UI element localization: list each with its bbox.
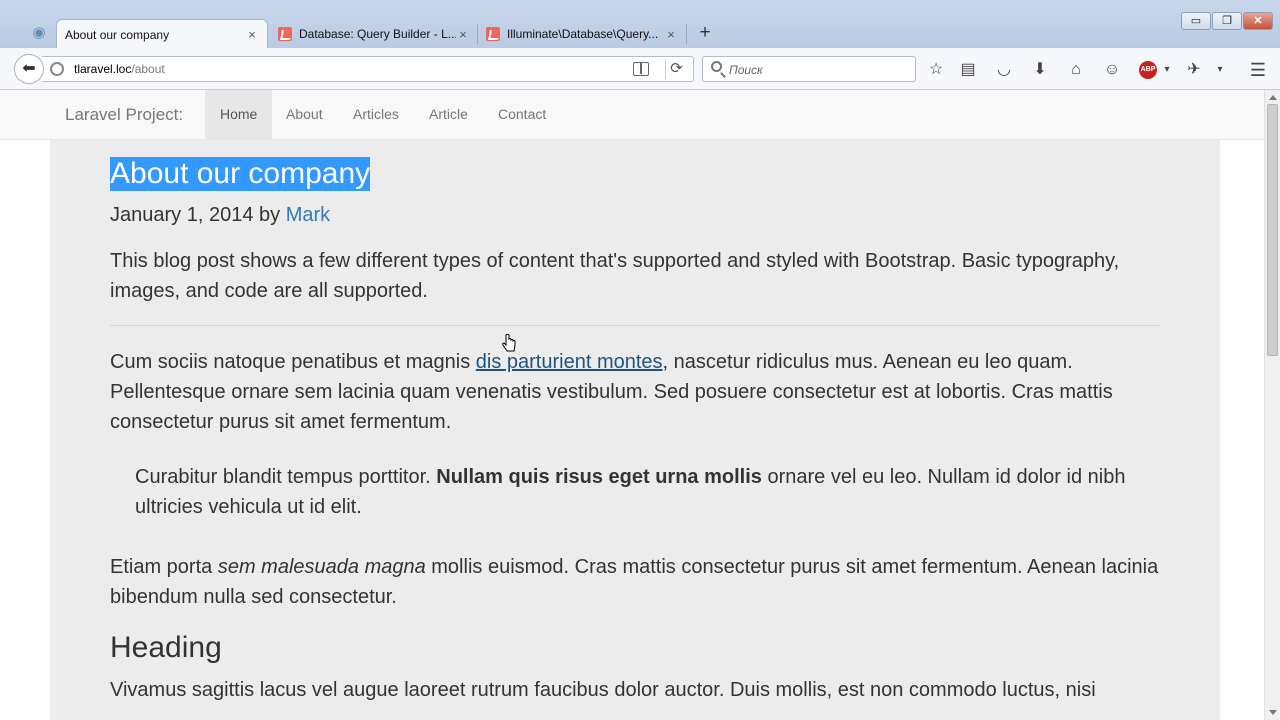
tab-query-builder[interactable]: Database: Query Builder - L... ×	[270, 20, 478, 48]
post-meta: January 1, 2014 by Mark	[110, 203, 330, 227]
tab-close-icon[interactable]: ×	[456, 27, 470, 42]
new-tab-button[interactable]: +	[694, 22, 716, 44]
post-lead: This blog post shows a few different typ…	[110, 250, 1120, 302]
minimize-button[interactable]: ▭	[1181, 12, 1211, 30]
chat-icon[interactable]: ☺	[1102, 60, 1122, 80]
laravel-favicon-icon	[278, 27, 292, 41]
browser-titlebar: ◉ About our company × Database: Query Bu…	[0, 0, 1280, 49]
nav-home[interactable]: Home	[205, 90, 273, 140]
tab-about-our-company[interactable]: About our company ×	[56, 19, 268, 49]
scrollbar-thumb[interactable]	[1267, 104, 1278, 356]
site-identity-icon[interactable]	[50, 62, 64, 76]
quote-bold-text: Nullam quis risus eget urna mollis	[436, 466, 762, 488]
extension-icon[interactable]: ✈	[1184, 60, 1204, 80]
p1-text-start: Cum sociis natoque penatibus et magnis	[110, 351, 476, 373]
tab-illuminate-query[interactable]: Illuminate\Database\Query... ×	[478, 20, 686, 48]
paragraph-1: Cum sociis natoque penatibus et magnis d…	[110, 347, 1160, 437]
nav-about[interactable]: About	[271, 90, 338, 140]
reload-icon[interactable]: ⟳	[665, 59, 687, 79]
url-bar[interactable]: tlaravel.loc/about ⟳	[42, 56, 694, 82]
content-container: About our company January 1, 2014 by Mar…	[50, 140, 1220, 720]
tab-separator	[686, 24, 687, 44]
search-input[interactable]: Поиск	[702, 56, 916, 82]
page-viewport: Laravel Project: Home About Articles Art…	[0, 90, 1264, 720]
url-path: /about	[131, 62, 165, 76]
laravel-favicon-icon	[486, 27, 500, 41]
scroll-down-icon[interactable]	[1269, 710, 1277, 715]
restore-button[interactable]: ❐	[1212, 12, 1242, 30]
parturient-link[interactable]: dis parturient montes	[476, 351, 663, 373]
overflow-dropdown-icon[interactable]: ▾	[1210, 60, 1230, 80]
p2-text-start: Etiam porta	[110, 556, 218, 578]
menu-icon[interactable]: ☰	[1248, 60, 1268, 80]
nav-contact[interactable]: Contact	[483, 90, 561, 140]
search-icon	[711, 61, 722, 72]
tab-close-icon[interactable]: ×	[245, 27, 259, 42]
adblock-dropdown-icon[interactable]: ▾	[1157, 60, 1177, 80]
back-button[interactable]: ⬅	[14, 54, 44, 84]
reading-list-icon[interactable]: ▤	[958, 60, 978, 80]
site-navbar: Laravel Project: Home About Articles Art…	[0, 90, 1264, 140]
home-icon[interactable]: ⌂	[1066, 60, 1086, 80]
bookmark-star-icon[interactable]: ☆	[926, 60, 946, 80]
reader-view-icon[interactable]	[633, 62, 649, 76]
quote-text-start: Curabitur blandit tempus porttitor.	[135, 466, 437, 488]
post-date: January 1, 2014 by	[110, 204, 286, 226]
paragraph-2: Etiam porta sem malesuada magna mollis e…	[110, 552, 1160, 612]
author-link[interactable]: Mark	[286, 204, 330, 226]
nav-article[interactable]: Article	[414, 90, 483, 140]
page-scrollbar[interactable]	[1264, 90, 1280, 720]
search-placeholder: Поиск	[729, 63, 763, 77]
back-arrow-icon: ⬅	[22, 60, 36, 77]
close-window-button[interactable]: ✕	[1243, 12, 1273, 30]
nav-articles[interactable]: Articles	[338, 90, 414, 140]
paragraph-3: Vivamus sagittis lacus vel augue laoreet…	[110, 679, 1096, 701]
adblock-icon[interactable]: ABP	[1139, 61, 1157, 79]
tab-close-icon[interactable]: ×	[664, 27, 678, 42]
url-text[interactable]: tlaravel.loc/about	[74, 62, 165, 76]
site-brand[interactable]: Laravel Project:	[65, 105, 183, 125]
tab-label: Illuminate\Database\Query...	[507, 27, 659, 41]
tab-label: Database: Query Builder - L...	[299, 27, 456, 41]
section-heading: Heading	[110, 631, 222, 664]
pocket-icon[interactable]: ◡	[994, 60, 1014, 80]
browser-navbar: tlaravel.loc/about ⟳ ⬅ Поиск ☆ ▤ ◡ ⬇ ⌂ ☺…	[0, 48, 1280, 90]
post-title: About our company	[110, 157, 371, 191]
download-icon[interactable]: ⬇	[1030, 60, 1050, 80]
tab-groups-icon[interactable]: ◉	[30, 24, 48, 42]
p2-italic-text: sem malesuada magna	[217, 556, 426, 578]
url-host: tlaravel.loc	[74, 62, 132, 76]
tab-label: About our company	[65, 27, 170, 42]
blockquote: Curabitur blandit tempus porttitor. Null…	[135, 462, 1160, 522]
divider	[110, 325, 1160, 326]
hand-cursor-icon	[502, 334, 516, 352]
scroll-up-icon[interactable]	[1269, 95, 1277, 100]
